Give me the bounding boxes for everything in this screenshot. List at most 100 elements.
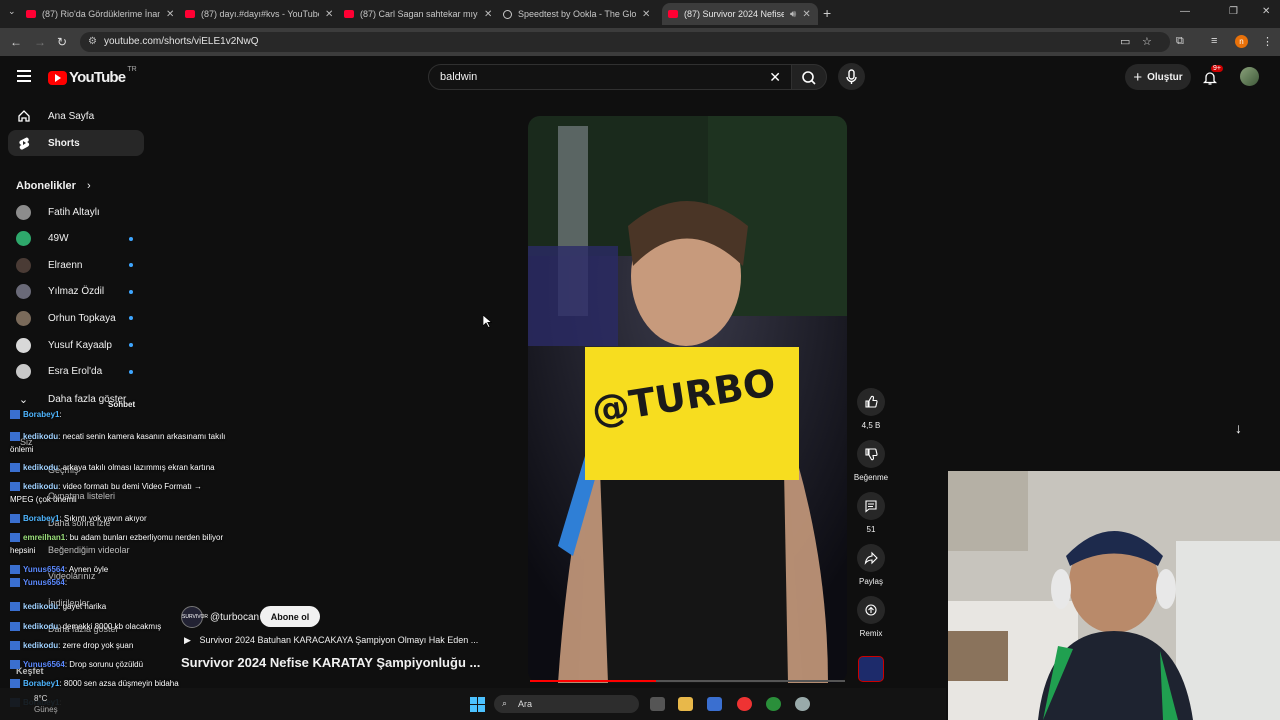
chat-text: : video formatı bu demi Video Formatı →	[58, 482, 203, 491]
minimize-icon[interactable]: —	[1180, 6, 1190, 17]
tab-close-icon[interactable]: ✕	[325, 9, 333, 20]
forward-icon[interactable]: →	[34, 35, 46, 49]
task-view-icon[interactable]	[650, 697, 665, 711]
address-bar[interactable]: ⚙ youtube.com/shorts/viELE1v2NwQ	[80, 32, 1170, 52]
comment-button[interactable]: 51	[850, 492, 892, 534]
back-icon[interactable]: ←	[10, 35, 22, 49]
chat-message: Yunus6564: Aynen öyle	[10, 565, 108, 575]
new-content-dot	[129, 263, 133, 268]
remix-button[interactable]: Remix	[850, 596, 892, 638]
sound-thumbnail[interactable]	[858, 656, 884, 682]
cast-icon[interactable]: ▭	[1120, 35, 1130, 48]
chat-text: : arkaya takılı olması lazımmış ekran ka…	[58, 463, 215, 472]
like-count: 4,5 B	[861, 421, 881, 430]
short-title[interactable]: Survivor 2024 Nefise KARATAY Şampiyonluğ…	[181, 655, 480, 670]
subscriptions-heading[interactable]: Abonelikler ›	[16, 180, 91, 192]
menu-kebab-icon[interactable]: ⋮	[1262, 35, 1273, 48]
dislike-icon	[857, 440, 885, 468]
extensions-icon[interactable]: ⧉	[1176, 35, 1184, 48]
chat-badge-icon	[10, 641, 20, 651]
chat-message: kedikodu: zerre drop yok şuan	[10, 641, 134, 651]
new-content-dot	[129, 236, 133, 241]
chat-text: : Drop sorunu çözüldü	[64, 660, 144, 669]
xbox-icon[interactable]	[766, 697, 781, 711]
browser-tab[interactable]: (87) Carl Sagan sahtekar mıydı? ✕	[344, 3, 502, 25]
chevron-right-icon: ›	[86, 180, 91, 192]
sidebar-item-shorts[interactable]: Shorts	[8, 130, 144, 156]
channel-info[interactable]: SURVIVOR @turbocan	[181, 606, 259, 628]
tab-search-icon[interactable]: ⌄	[8, 6, 16, 17]
new-content-dot	[129, 289, 133, 294]
notifications-button[interactable]: 9+	[1202, 65, 1223, 90]
tab-title: (87) dayı.#dayı#kvs - YouTube	[201, 9, 319, 19]
reload-icon[interactable]: ↻	[57, 35, 67, 49]
tab-close-icon[interactable]: ✕	[802, 9, 810, 20]
subscription-item[interactable]: Yusuf Kayaalp	[16, 334, 136, 356]
subscription-item[interactable]: Esra Erol'da	[16, 361, 136, 383]
restore-icon[interactable]: ❐	[1229, 6, 1238, 17]
sidebar-item-liked[interactable]: Beğendiğim videolar	[48, 545, 130, 555]
close-window-icon[interactable]: ✕	[1262, 6, 1270, 17]
related-video-link[interactable]: ▶ Survivor 2024 Batuhan KARACAKAYA Şampi…	[184, 635, 478, 646]
speaker-icon[interactable]: 🔊︎	[790, 9, 796, 20]
dislike-button[interactable]: Beğenme	[850, 440, 892, 482]
browser-tab[interactable]: Speedtest by Ookla - The Global ✕	[503, 3, 661, 25]
chat-badge-icon	[10, 660, 20, 670]
mouse-cursor-icon	[483, 315, 492, 328]
browser-tab[interactable]: (87) dayı.#dayı#kvs - YouTube ✕	[185, 3, 343, 25]
shorts-video-player[interactable]: @TURBO	[528, 116, 847, 683]
tab-close-icon[interactable]: ✕	[642, 9, 650, 20]
subscription-item[interactable]: Orhun Topkaya	[16, 307, 136, 329]
taskbar-search[interactable]: ⌕ Ara	[494, 695, 639, 713]
share-button[interactable]: Paylaş	[850, 544, 892, 586]
obs-icon[interactable]	[795, 697, 810, 711]
bookmark-star-icon[interactable]: ☆	[1142, 35, 1152, 48]
subscription-item[interactable]: Elraenn	[16, 254, 136, 276]
chrome-icon[interactable]	[737, 697, 752, 711]
video-progress-bar[interactable]	[530, 680, 845, 682]
file-explorer-icon[interactable]	[678, 697, 693, 711]
chat-text: hepsini	[10, 546, 36, 555]
browser-tab-active[interactable]: (87) Survivor 2024 Nefise K 🔊︎ ✕	[662, 3, 818, 25]
subscribe-button[interactable]: Abone ol	[260, 606, 320, 627]
youtube-logo[interactable]: YouTube TR	[48, 66, 137, 86]
new-tab-icon[interactable]: +	[823, 5, 831, 21]
chat-message: kedikodu: arkaya takılı olması lazımmış …	[10, 463, 215, 473]
search-icon: ⌕	[502, 698, 508, 708]
channel-avatar	[16, 310, 31, 326]
account-avatar[interactable]	[1240, 67, 1259, 86]
chat-badge-icon	[10, 514, 20, 524]
subscription-item[interactable]: Yılmaz Özdil	[16, 281, 136, 303]
chat-message: kedikodu: necati senin kamera kasanın ar…	[10, 432, 225, 442]
browser-tab[interactable]: (87) Rio'da Gördüklerime İnanam ✕	[26, 3, 184, 25]
streamer-webcam	[948, 471, 1280, 720]
url-text: youtube.com/shorts/viELE1v2NwQ	[104, 36, 259, 47]
subscription-item[interactable]: Fatih Altaylı	[16, 201, 136, 223]
chat-message: Yunus6564:	[10, 578, 67, 588]
search-button[interactable]	[791, 64, 827, 90]
tab-close-icon[interactable]: ✕	[484, 9, 492, 20]
browser-toolbar: ← → ↻ ⚙ youtube.com/shorts/viELE1v2NwQ ▭…	[0, 28, 1280, 56]
create-button[interactable]: + Oluştur	[1125, 64, 1191, 90]
progress-fill	[530, 680, 656, 682]
subscription-item[interactable]: 49W	[16, 228, 136, 250]
store-icon[interactable]	[707, 697, 722, 711]
chat-text: MPEG (çok önemli	[10, 495, 77, 504]
sidebar-item-home[interactable]: Ana Sayfa	[8, 103, 144, 129]
browser-profile-avatar[interactable]: n	[1235, 35, 1248, 48]
reading-list-icon[interactable]: ≡	[1211, 35, 1217, 47]
windows-start-icon[interactable]	[470, 697, 485, 712]
tab-close-icon[interactable]: ✕	[166, 9, 174, 20]
subscription-name: Fatih Altaylı	[48, 206, 100, 218]
next-short-arrow-icon[interactable]: ↓	[1235, 420, 1242, 436]
clear-search-icon[interactable]: ✕	[769, 69, 781, 86]
comment-count: 51	[866, 525, 876, 534]
hamburger-menu-icon[interactable]	[17, 70, 31, 85]
channel-name[interactable]: @turbocan	[210, 612, 259, 623]
chat-text: : zerre drop yok şuan	[58, 641, 134, 650]
voice-search-button[interactable]	[838, 63, 865, 90]
like-button[interactable]: 4,5 B	[850, 388, 892, 430]
search-input[interactable]: baldwin ✕	[428, 64, 792, 90]
site-info-icon[interactable]: ⚙	[88, 36, 97, 47]
chat-badge-icon	[10, 622, 20, 632]
